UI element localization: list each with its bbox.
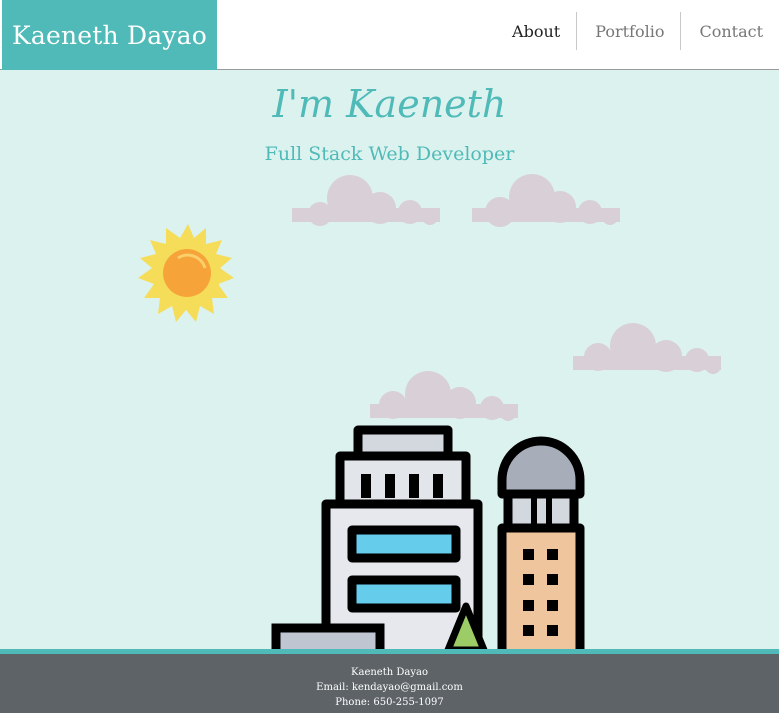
city-scene-illustration: [138, 174, 721, 663]
tall-building-icon: [321, 425, 483, 659]
footer-name: Kaeneth Dayao: [351, 667, 428, 678]
dome-tower-icon: [497, 436, 585, 659]
cloud-2: [472, 174, 620, 227]
site-footer: Kaeneth Dayao Email: kendayao@gmail.com …: [0, 649, 779, 713]
sun-icon: [138, 224, 234, 322]
cloud-4: [370, 371, 518, 421]
footer-phone: Phone: 650-255-1097: [335, 697, 444, 708]
footer-email: Email: kendayao@gmail.com: [316, 682, 463, 693]
cloud-1: [292, 175, 440, 226]
cloud-3: [573, 323, 721, 374]
